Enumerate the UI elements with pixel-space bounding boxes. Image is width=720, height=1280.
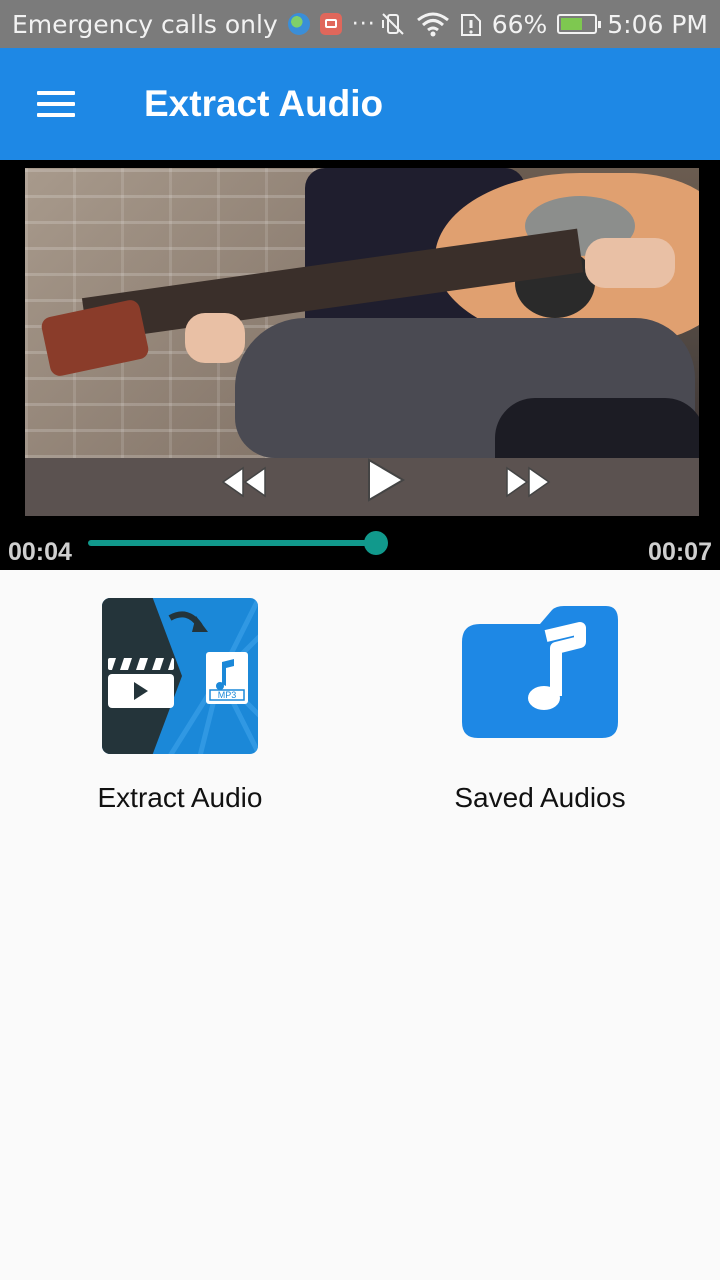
battery-percent: 66% <box>491 9 548 39</box>
wifi-icon <box>416 12 449 37</box>
clock: 5:06 PM <box>607 9 708 39</box>
extract-audio-icon: MP3 <box>102 598 258 754</box>
page-title: Extract Audio <box>144 83 384 124</box>
mail-notification-icon <box>319 13 342 35</box>
rewind-icon[interactable] <box>221 466 267 498</box>
music-folder-icon <box>462 606 618 738</box>
fast-forward-icon[interactable] <box>505 466 551 498</box>
sim-alert-icon <box>460 14 481 36</box>
status-bar: Emergency calls only ··· 66% 5:06 PM <box>0 0 720 48</box>
current-time: 00:04 <box>8 538 72 566</box>
total-time: 00:07 <box>648 538 712 566</box>
saved-audios-button[interactable]: Saved Audios <box>390 596 690 814</box>
saved-audios-label: Saved Audios <box>454 782 626 813</box>
carrier-text: Emergency calls only <box>12 9 278 39</box>
vibrate-off-icon <box>381 13 404 35</box>
extract-audio-label: Extract Audio <box>97 782 263 813</box>
video-player: 00:04 00:07 <box>0 160 720 570</box>
menu-icon[interactable] <box>28 76 84 132</box>
seek-thumb[interactable] <box>364 531 388 555</box>
play-icon[interactable] <box>365 458 405 502</box>
extract-audio-button[interactable]: MP3 Extract Audio <box>30 596 330 814</box>
seek-bar[interactable] <box>88 540 376 546</box>
globe-icon <box>287 13 310 35</box>
svg-text:MP3: MP3 <box>218 690 237 700</box>
video-frame[interactable] <box>25 168 699 516</box>
more-notifications-icon: ··· <box>351 11 376 37</box>
battery-icon <box>557 14 602 34</box>
app-bar: Extract Audio <box>0 48 720 160</box>
